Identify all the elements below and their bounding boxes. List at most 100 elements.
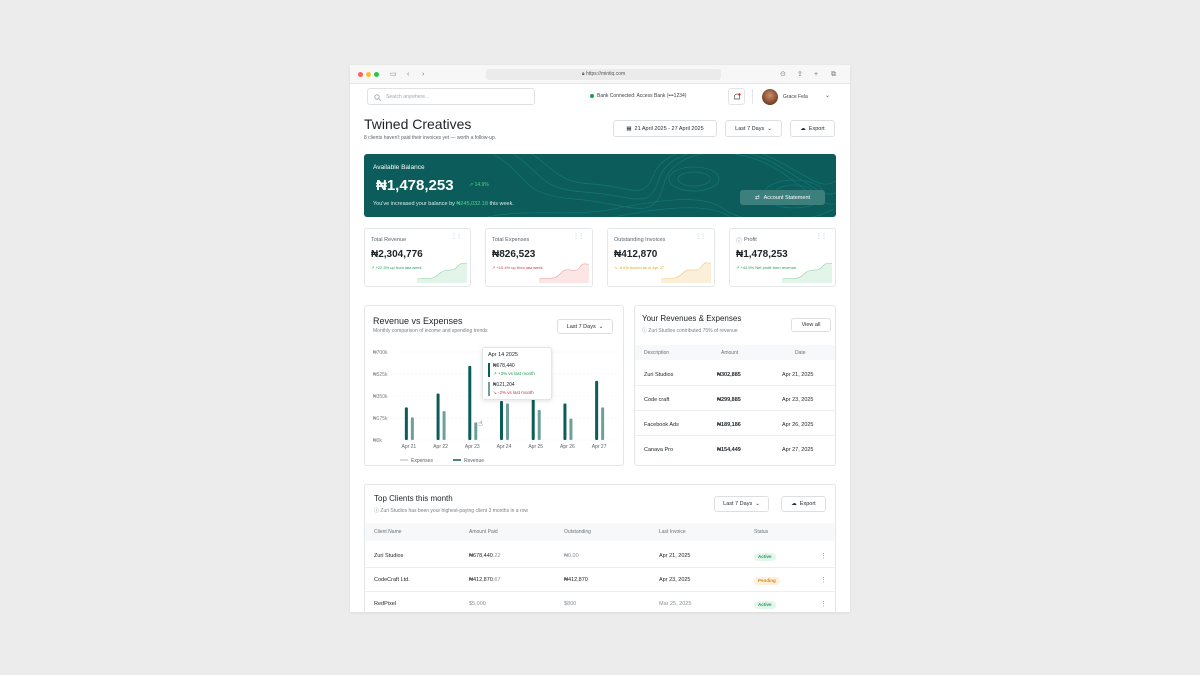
transactions-subtitle: ⓘ Zuri Studios contributed 75% of revenu… — [642, 327, 738, 334]
account-statement-label: Account Statement — [763, 194, 811, 201]
amount-paid-decimal: .22 — [492, 553, 501, 559]
drag-handle-icon[interactable]: ⋮⋮ — [573, 234, 584, 240]
new-tab-icon[interactable]: + — [814, 70, 818, 79]
client-name: Zuri Studios — [374, 553, 404, 559]
bank-status: Bank Connected: Access Bank (•••1234) — [597, 93, 687, 99]
stat-change: ↗ +10.4% up from last week — [492, 265, 543, 270]
back-icon[interactable]: ‹ — [407, 70, 409, 79]
transaction-description: Zuri Studios — [644, 372, 674, 378]
more-options-icon[interactable]: ⋮ — [820, 552, 827, 560]
close-window-button[interactable] — [358, 72, 363, 77]
avatar[interactable] — [762, 89, 778, 105]
clients-export-label: Export — [799, 501, 816, 507]
expense-bar — [474, 422, 478, 440]
stat-label: Outstanding Invoices — [614, 237, 666, 243]
top-clients-card: Top Clients this month ⓘ Zuri Studios ha… — [364, 484, 836, 612]
client-outstanding: $800 — [564, 601, 577, 607]
clients-period-dropdown[interactable]: Last 7 Days ⌄ — [714, 496, 769, 512]
y-tick-label: ₦700k — [373, 350, 388, 356]
revenue-bar — [595, 380, 599, 440]
drag-handle-icon[interactable]: ⋮⋮ — [451, 234, 462, 240]
download-icon[interactable]: ⊙ — [780, 70, 786, 79]
chart-period-dropdown[interactable]: Last 7 Days ⌄ — [557, 319, 613, 334]
row-divider — [635, 410, 835, 411]
transaction-date: Apr 27, 2025 — [782, 447, 814, 453]
forward-icon[interactable]: › — [422, 70, 424, 79]
tooltip-date: Apr 14 2025 — [488, 352, 518, 358]
notification-button[interactable] — [728, 88, 745, 105]
date-range-text: 21 April 2025 - 27 April 2025 — [634, 125, 704, 132]
chart-subtitle: Monthly comparison of income and spendin… — [373, 328, 488, 334]
chevron-down-icon: ⌄ — [755, 501, 760, 507]
column-header: Amount — [721, 350, 739, 356]
stat-label: Profit — [744, 237, 757, 243]
sidebar-toggle-icon[interactable]: ▭ — [390, 70, 397, 79]
clients-subtitle-text: Zuri Studios has been your highest-payin… — [380, 508, 528, 514]
chevron-down-icon: ⌄ — [598, 323, 604, 330]
clients-export-button[interactable]: ☁︎ Export — [781, 496, 826, 512]
client-outstanding: ₦412,870 — [564, 577, 588, 583]
stat-card-revenue: Total Revenue ⋮⋮ ₦2,304,776 ↗ +22.3% up … — [364, 228, 471, 287]
balance-amount: ₦1,478,253 — [376, 177, 454, 194]
clients-period-text: Last 7 Days — [723, 501, 753, 507]
lock-icon: 🔒︎ — [581, 71, 585, 77]
stat-value: ₦826,523 — [492, 249, 536, 260]
share-icon[interactable]: ⇪ — [797, 70, 803, 79]
transaction-amount: ₦154,449 — [717, 447, 741, 453]
client-amount-paid: ₦678,440.22 — [469, 553, 501, 559]
transaction-date: Apr 21, 2025 — [782, 372, 814, 378]
more-options-icon[interactable]: ⋮ — [820, 576, 827, 584]
column-header: Amount Paid — [469, 529, 498, 535]
transactions-title: Your Revenues & Expenses — [642, 314, 742, 323]
drag-handle-icon[interactable]: ⋮⋮ — [816, 234, 827, 240]
transactions-card: Your Revenues & Expenses ⓘ Zuri Studios … — [634, 305, 836, 466]
expense-bar — [569, 418, 573, 440]
transaction-description: Code craft — [644, 397, 670, 403]
client-amount-paid: $5,000 — [469, 601, 486, 607]
revenue-bar — [468, 365, 472, 440]
expense-bar — [506, 403, 509, 440]
tooltip-revenue-change-text: +3% vs last month — [498, 371, 535, 376]
transaction-date: Apr 26, 2025 — [782, 422, 814, 428]
column-header: Description — [644, 350, 670, 356]
client-last-invoice: Apr 21, 2025 — [659, 553, 691, 559]
browser-toolbar: ▭ ‹ › 🔒︎ https://mintiq.com ⊙ ⇪ + ⧉ — [350, 65, 850, 84]
view-all-button[interactable]: View all — [791, 318, 831, 332]
drag-handle-icon[interactable]: ⋮⋮ — [695, 234, 706, 240]
status-badge: Active — [754, 553, 776, 561]
search-placeholder: Search anywhere... — [386, 94, 430, 100]
browser-window: ▭ ‹ › 🔒︎ https://mintiq.com ⊙ ⇪ + ⧉ Sear… — [350, 65, 850, 612]
divider — [752, 89, 753, 104]
revenue-bar — [563, 403, 567, 440]
client-last-invoice: Apr 23, 2025 — [659, 577, 691, 583]
address-bar[interactable]: 🔒︎ https://mintiq.com — [486, 69, 721, 80]
status-badge: Active — [754, 601, 776, 609]
more-options-icon[interactable]: ⋮ — [820, 600, 827, 608]
revenue-chart-card: Revenue vs Expenses Monthly comparison o… — [364, 305, 624, 466]
expense-bar — [601, 407, 605, 440]
stat-value: ₦412,870 — [614, 249, 658, 260]
date-range-picker[interactable]: ▦ 21 April 2025 - 27 April 2025 — [613, 120, 717, 137]
period-dropdown[interactable]: Last 7 Days ⌄ — [725, 120, 782, 137]
y-tick-label: ₦0k — [373, 438, 382, 444]
chart-title: Revenue vs Expenses — [373, 316, 463, 326]
balance-change-value: 14.9% — [474, 182, 489, 188]
revenue-bar — [500, 401, 503, 440]
account-statement-button[interactable]: ⇄ Account Statement — [740, 190, 825, 205]
export-button[interactable]: ☁︎ Export — [790, 120, 835, 137]
chevron-down-icon[interactable]: ⌄ — [825, 92, 830, 99]
transaction-description: Facebook Ads — [644, 422, 679, 428]
tabs-overview-icon[interactable]: ⧉ — [831, 70, 836, 79]
balance-label: Available Balance — [373, 164, 425, 171]
search-input[interactable]: Search anywhere... — [367, 88, 535, 105]
info-icon: ⓘ — [736, 239, 743, 245]
transaction-amount: ₦189,186 — [717, 422, 741, 428]
expense-bar — [442, 411, 446, 440]
refresh-icon: ⇄ — [754, 194, 760, 201]
x-tick-label: Apr 23 — [465, 444, 480, 450]
period-text: Last 7 Days — [735, 125, 765, 132]
maximize-window-button[interactable] — [374, 72, 379, 77]
sparkline-profit — [782, 262, 832, 283]
minimize-window-button[interactable] — [366, 72, 371, 77]
cloud-download-icon: ☁︎ — [791, 501, 797, 507]
